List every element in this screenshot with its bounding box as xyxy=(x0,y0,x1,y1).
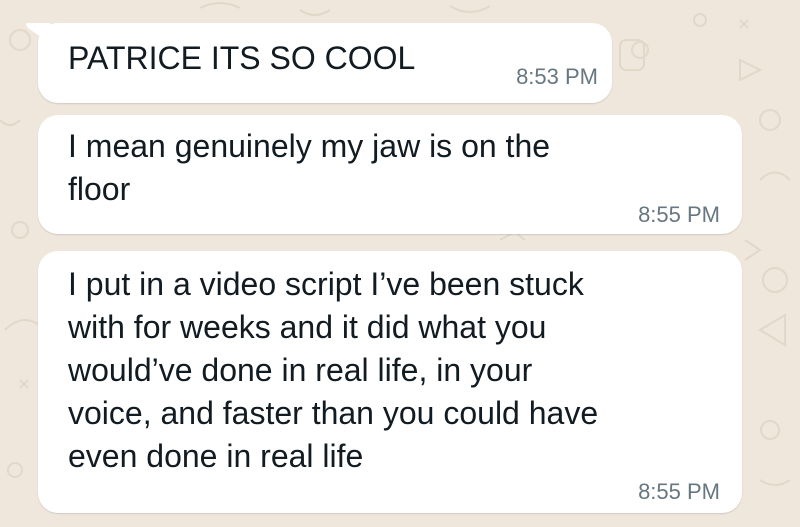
message-text: I mean genuinely my jaw is on the floor xyxy=(68,128,551,207)
message-bubble[interactable]: PATRICE ITS SO COOL 8:53 PM xyxy=(26,23,612,103)
message-bubble[interactable]: I mean genuinely my jaw is on the floor … xyxy=(38,115,742,234)
bubble-tail xyxy=(26,23,50,43)
message-text: I put in a video script I’ve been stuck … xyxy=(68,266,599,474)
message-timestamp: 8:55 PM xyxy=(638,479,720,504)
message-text: PATRICE ITS SO COOL xyxy=(68,40,416,76)
message-timestamp: 8:53 PM xyxy=(516,64,598,89)
message-timestamp: 8:55 PM xyxy=(638,202,720,227)
message-bubble[interactable]: I put in a video script I’ve been stuck … xyxy=(38,251,742,513)
